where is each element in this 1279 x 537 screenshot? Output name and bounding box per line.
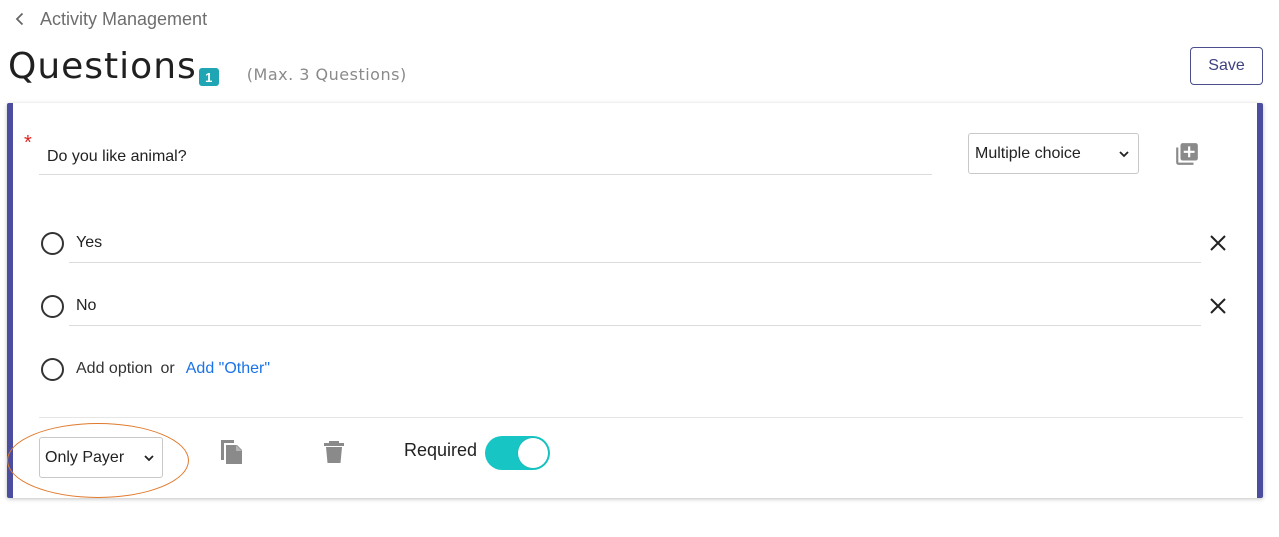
max-questions-note: (Max. 3 Questions) (246, 65, 407, 84)
chevron-down-icon (144, 454, 154, 461)
option-input[interactable]: Yes (69, 224, 1201, 263)
trash-icon[interactable] (323, 440, 345, 464)
divider (39, 417, 1243, 418)
question-type-value: Multiple choice (975, 144, 1081, 162)
radio-icon (41, 357, 64, 381)
question-card: * Multiple choice Yes No Add option or A… (7, 103, 1263, 498)
option-input[interactable]: No (69, 287, 1201, 326)
add-box-icon[interactable] (1174, 141, 1200, 167)
question-text-input[interactable] (39, 139, 932, 175)
save-button[interactable]: Save (1190, 47, 1263, 85)
page-title: Questions (8, 46, 197, 87)
or-text: or (160, 360, 175, 377)
required-star: * (24, 132, 32, 154)
option-row: Yes (39, 224, 1201, 264)
chevron-left-icon[interactable] (12, 11, 28, 27)
close-icon[interactable] (1207, 295, 1229, 317)
radio-icon[interactable] (41, 295, 64, 318)
copy-icon[interactable] (218, 438, 244, 466)
chevron-down-icon (1119, 150, 1129, 157)
required-label: Required (404, 440, 478, 460)
add-other-link[interactable]: Add "Other" (186, 360, 270, 378)
question-count-badge: 1 (198, 68, 219, 86)
breadcrumb[interactable]: Activity Management (12, 8, 207, 30)
question-type-select[interactable]: Multiple choice (968, 133, 1139, 174)
required-toggle[interactable] (485, 436, 550, 470)
audience-value: Only Payer (45, 448, 125, 466)
add-option-link[interactable]: Add option (76, 360, 153, 378)
breadcrumb-label[interactable]: Activity Management (40, 9, 207, 30)
option-row: No (39, 287, 1201, 327)
audience-select[interactable]: Only Payer (39, 437, 163, 478)
close-icon[interactable] (1207, 232, 1229, 254)
toggle-knob (518, 438, 548, 468)
radio-icon[interactable] (41, 232, 64, 255)
title-row: Questions 1 (Max. 3 Questions) (8, 44, 407, 90)
add-option-row: Add option or Add "Other" (39, 354, 270, 384)
